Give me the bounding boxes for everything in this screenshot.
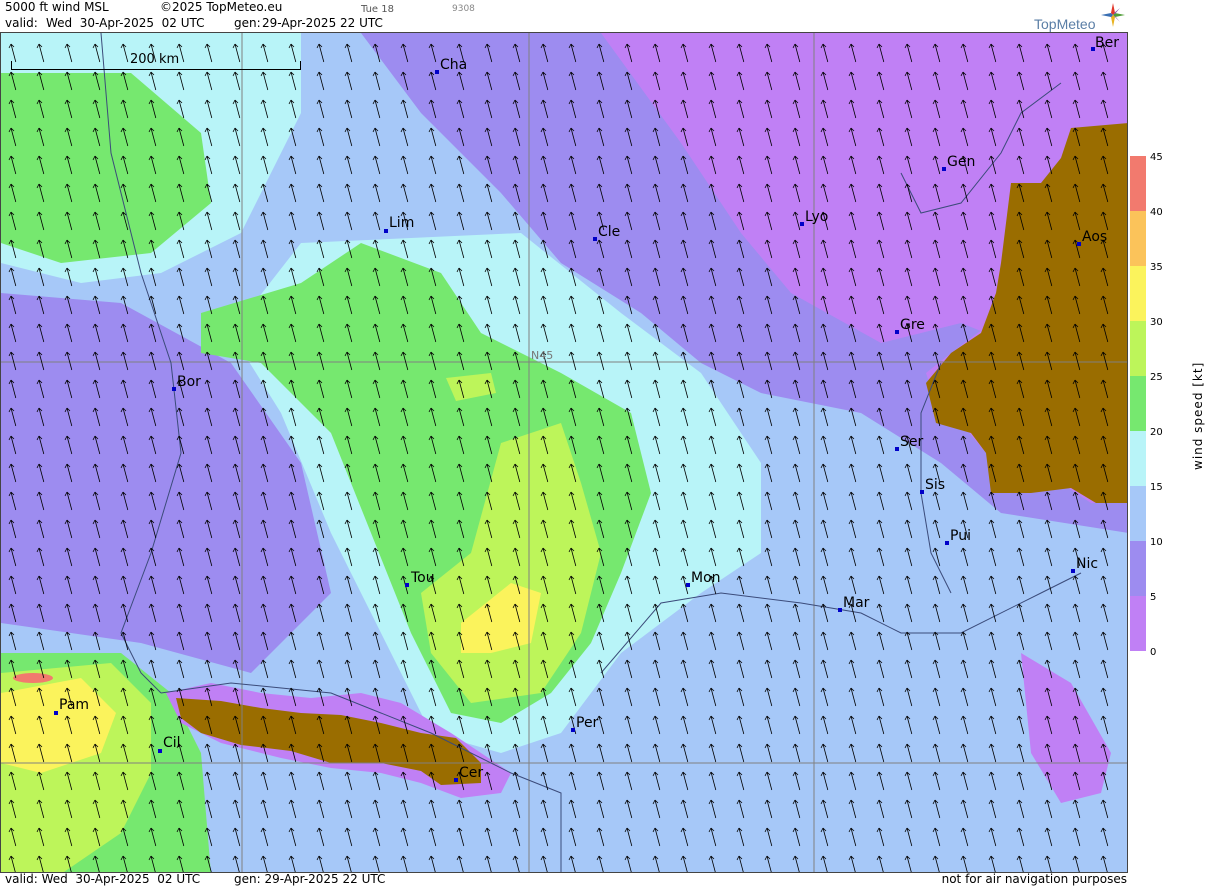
city-label: Pui	[950, 528, 971, 544]
legend-band-10-15	[1130, 486, 1146, 541]
legend-band-35-40	[1130, 211, 1146, 266]
city-marker	[405, 583, 409, 587]
city-marker	[384, 229, 388, 233]
gen-time: 29-Apr-2025 22 UTC	[262, 16, 383, 30]
footer-gen: gen: 29-Apr-2025 22 UTC	[234, 872, 385, 887]
city-marker	[1077, 242, 1081, 246]
city-label: Mon	[691, 570, 721, 586]
city-label: Lim	[389, 215, 415, 231]
legend-title: wind speed [kt]	[1191, 361, 1205, 470]
city-label: Pam	[59, 697, 90, 713]
city-marker	[942, 167, 946, 171]
city-label: Ber	[1095, 35, 1119, 51]
latitude-label: N45	[531, 349, 554, 362]
city-label: Per	[576, 715, 599, 731]
legend-tick: 40	[1150, 207, 1163, 218]
compass-star-icon	[1101, 3, 1125, 27]
city-marker	[172, 387, 176, 391]
legend-tick: 45	[1150, 152, 1163, 163]
legend-tick: 15	[1150, 482, 1163, 493]
city-marker	[158, 749, 162, 753]
product-title: 5000 ft wind MSL	[5, 0, 109, 14]
legend-tick: 25	[1150, 372, 1163, 383]
legend-tick: 20	[1150, 427, 1163, 438]
legend-band-15-20	[1130, 431, 1146, 486]
day-code: Tue 18	[361, 4, 394, 15]
city-label: Nic	[1076, 556, 1099, 572]
city-label: Cha	[440, 57, 468, 73]
gen-label: gen:	[234, 16, 261, 30]
city-label: Cil	[163, 735, 181, 751]
legend-tick: 35	[1150, 262, 1163, 273]
wind-map[interactable]: 200 km N45 Cha Ber Gen Lim Cle Lyo Aos G…	[0, 32, 1128, 873]
logo-text: TopMeteo	[1034, 16, 1096, 32]
city-marker	[800, 222, 804, 226]
legend-band-25-30	[1130, 321, 1146, 376]
legend-band-20-25	[1130, 376, 1146, 431]
city-marker	[54, 711, 58, 715]
city-marker	[454, 778, 458, 782]
scale-bar-label: 200 km	[130, 52, 180, 67]
city-label: Sis	[925, 477, 946, 493]
city-label: Cle	[598, 224, 621, 240]
city-marker	[571, 728, 575, 732]
footer-disclaimer: not for air navigation purposes	[941, 872, 1127, 886]
legend-tick: 30	[1150, 317, 1163, 328]
city-marker	[895, 330, 899, 334]
city-label: Gre	[900, 317, 925, 333]
city-marker	[686, 583, 690, 587]
city-label: Lyo	[805, 209, 829, 225]
city-label: Cer	[459, 765, 484, 781]
city-marker	[1071, 569, 1075, 573]
legend-band-30-35	[1130, 266, 1146, 321]
footer-valid-label: valid:	[5, 872, 38, 886]
valid-label: valid:	[5, 16, 38, 30]
copyright-notice: ©2025 TopMeteo.eu	[160, 0, 283, 14]
legend-band-40-45	[1130, 156, 1146, 211]
wind-speed-legend: 45 40 35 30 25 20 15 10 5 0	[1130, 152, 1219, 658]
legend-colorbar	[1130, 156, 1146, 651]
city-marker	[593, 237, 597, 241]
footer-valid-time: Wed 30-Apr-2025 02 UTC	[41, 872, 201, 886]
city-marker	[920, 490, 924, 494]
topmeteo-logo[interactable]: TopMeteo	[1034, 2, 1128, 32]
city-marker	[838, 608, 842, 612]
footer-valid: valid: Wed 30-Apr-2025 02 UTC	[5, 872, 200, 887]
footer-gen-label: gen:	[234, 872, 261, 886]
city-label: Tou	[411, 570, 435, 586]
run-code: 9308	[452, 4, 475, 14]
legend-tick: 0	[1150, 647, 1157, 658]
city-label: Mar	[843, 595, 870, 611]
city-label: Ser	[900, 434, 924, 450]
city-marker	[895, 447, 899, 451]
city-label: Bor	[177, 374, 201, 390]
legend-band-5-10	[1130, 541, 1146, 596]
legend-band-0-5	[1130, 596, 1146, 651]
city-label: Gen	[947, 154, 976, 170]
footer-gen-time: 29-Apr-2025 22 UTC	[264, 872, 386, 886]
city-marker	[435, 70, 439, 74]
valid-time: Wed 30-Apr-2025 02 UTC	[46, 16, 205, 30]
city-marker	[945, 541, 949, 545]
legend-tick: 10	[1150, 537, 1163, 548]
legend-tick: 5	[1150, 592, 1157, 603]
city-label: Aos	[1082, 229, 1108, 245]
